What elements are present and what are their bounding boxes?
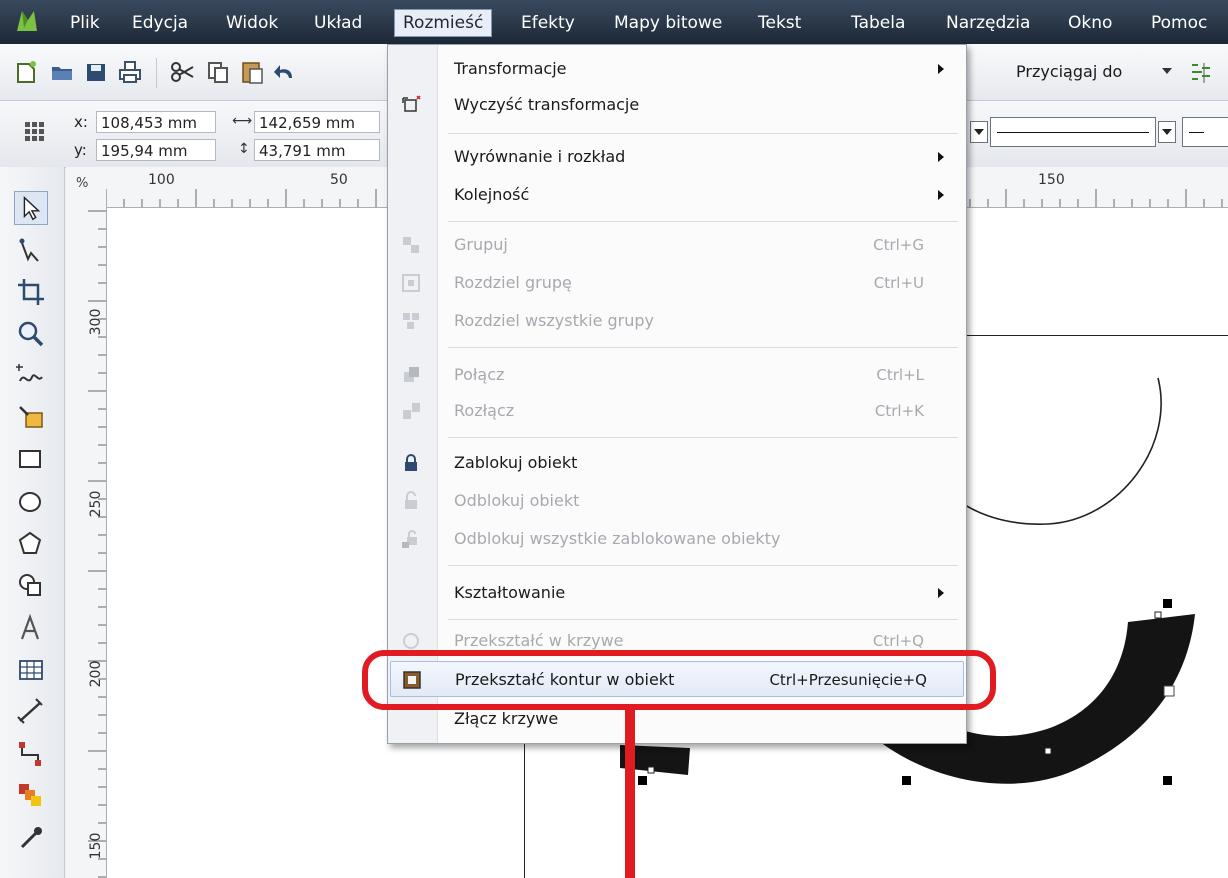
menu-item-odblokuj-obiekt[interactable]: Odblokuj obiekt — [390, 483, 964, 519]
menu-item-label: Grupuj — [454, 235, 508, 254]
combine-icon — [404, 367, 419, 382]
menu-item-shortcut: Ctrl+K — [874, 402, 924, 420]
menu-item-label: Kolejność — [454, 185, 530, 204]
menu-item-label: Rozdziel wszystkie grupy — [454, 311, 654, 330]
node-handle[interactable] — [647, 766, 655, 774]
unlock-all-icon — [402, 530, 417, 548]
menu-item-label: Wyczyść transformacje — [454, 95, 640, 114]
ungroup-icon — [402, 274, 420, 292]
menu-item-label: Odblokuj wszystkie zablokowane obiekty — [454, 529, 781, 548]
menu-item-ksztaltowanie[interactable]: Kształtowanie — [390, 575, 964, 611]
submenu-arrow-icon — [938, 190, 944, 200]
menu-item-kolejnosc[interactable]: Kolejność — [390, 177, 964, 213]
menu-item-wyczysc-transformacje[interactable]: Wyczyść transformacje — [390, 87, 964, 123]
menu-item-rozlacz[interactable]: Rozłącz Ctrl+K — [390, 393, 964, 429]
menu-item-label: Zablokuj obiekt — [454, 453, 578, 472]
menu-item-label: Kształtowanie — [454, 583, 566, 602]
menu-item-label: Wyrównanie i rozkład — [454, 147, 626, 166]
menu-item-odblokuj-wszystkie[interactable]: Odblokuj wszystkie zablokowane obiekty — [390, 521, 964, 557]
break-apart-icon — [403, 403, 420, 419]
menu-separator — [448, 347, 958, 348]
unlock-icon — [405, 491, 417, 509]
arrange-menu: Transformacje Wyczyść transformacje Wyró… — [387, 44, 967, 744]
menu-separator — [448, 565, 958, 566]
menu-item-label: Transformacje — [454, 59, 567, 78]
submenu-arrow-icon — [938, 588, 944, 598]
ungroup-all-icon — [403, 313, 419, 329]
submenu-arrow-icon — [938, 152, 944, 162]
menu-item-label: Rozdziel grupę — [454, 273, 572, 292]
convert-to-curves-icon — [403, 633, 419, 649]
menu-separator — [448, 437, 958, 438]
menu-item-transformacje[interactable]: Transformacje — [390, 51, 964, 87]
menu-item-polacz[interactable]: Połącz Ctrl+L — [390, 357, 964, 393]
menu-separator — [448, 221, 958, 222]
menu-item-wyrownanie-i-rozklad[interactable]: Wyrównanie i rozkład — [390, 139, 964, 175]
highlight-callout-box — [362, 650, 996, 710]
menu-item-shortcut: Ctrl+U — [873, 274, 924, 292]
menu-item-label: Odblokuj obiekt — [454, 491, 580, 510]
selection-handle[interactable] — [1163, 685, 1175, 697]
coreldraw-window: Plik Edycja Widok Układ Rozmieść Efekty … — [0, 0, 1228, 878]
lock-icon — [405, 454, 417, 471]
center-marker — [1044, 747, 1052, 755]
menu-item-label: Rozłącz — [454, 401, 515, 420]
node-handle[interactable] — [1154, 611, 1162, 619]
menu-item-rozdziel-wszystkie-grupy[interactable]: Rozdziel wszystkie grupy — [390, 303, 964, 339]
submenu-arrow-icon — [938, 64, 944, 74]
arc-curve[interactable] — [941, 377, 1162, 525]
menu-item-label: Połącz — [454, 365, 505, 384]
menu-item-zablokuj-obiekt[interactable]: Zablokuj obiekt — [390, 445, 964, 481]
clear-transformations-icon — [402, 95, 421, 112]
menu-item-shortcut: Ctrl+G — [873, 236, 924, 254]
menu-item-shortcut: Ctrl+L — [876, 366, 924, 384]
callout-pointer-line — [625, 710, 635, 878]
menu-item-rozdziel-grupe[interactable]: Rozdziel grupę Ctrl+U — [390, 265, 964, 301]
menu-separator — [448, 619, 958, 620]
menu-separator — [448, 133, 958, 134]
menu-item-grupuj[interactable]: Grupuj Ctrl+G — [390, 227, 964, 263]
group-icon — [403, 237, 419, 253]
